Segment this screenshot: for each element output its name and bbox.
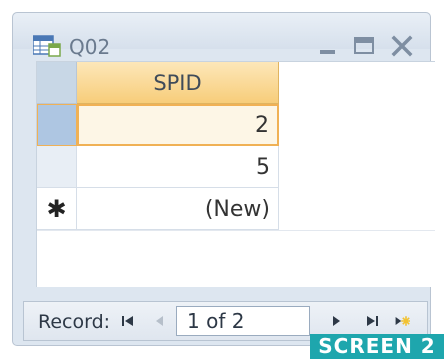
table-cell-spid[interactable]: 2 [77,104,279,146]
new-record-marker-icon[interactable]: ✱ [37,188,77,230]
current-record-field[interactable]: 1 of 2 [176,306,310,336]
last-record-icon[interactable] [364,313,380,329]
row-selector[interactable] [37,104,77,146]
table-query-icon [33,35,61,57]
row-selector[interactable] [37,146,77,188]
datasheet-grid: SPID 2 5 ✱ (New) [36,61,435,287]
datasheet-empty-area [37,230,435,287]
window-title: Q02 [69,35,111,59]
screen-label-banner: SCREEN 2 [310,334,444,359]
query-window: Q02 SPID 2 5 ✱ (New) Record: 1 of 2 [12,12,435,346]
first-record-icon[interactable] [120,313,136,329]
new-record-cell[interactable]: (New) [77,188,279,230]
column-header-spid[interactable]: SPID [77,62,279,104]
table-cell-spid[interactable]: 5 [77,146,279,188]
title-bar[interactable]: Q02 [13,13,430,59]
next-record-icon[interactable] [328,313,344,329]
new-record-icon[interactable] [394,313,410,329]
minimize-icon[interactable] [315,33,341,59]
record-label: Record: [38,311,111,333]
select-all-corner[interactable] [37,62,77,104]
maximize-icon[interactable] [351,33,377,59]
previous-record-icon[interactable] [152,313,168,329]
close-icon[interactable] [389,33,415,59]
